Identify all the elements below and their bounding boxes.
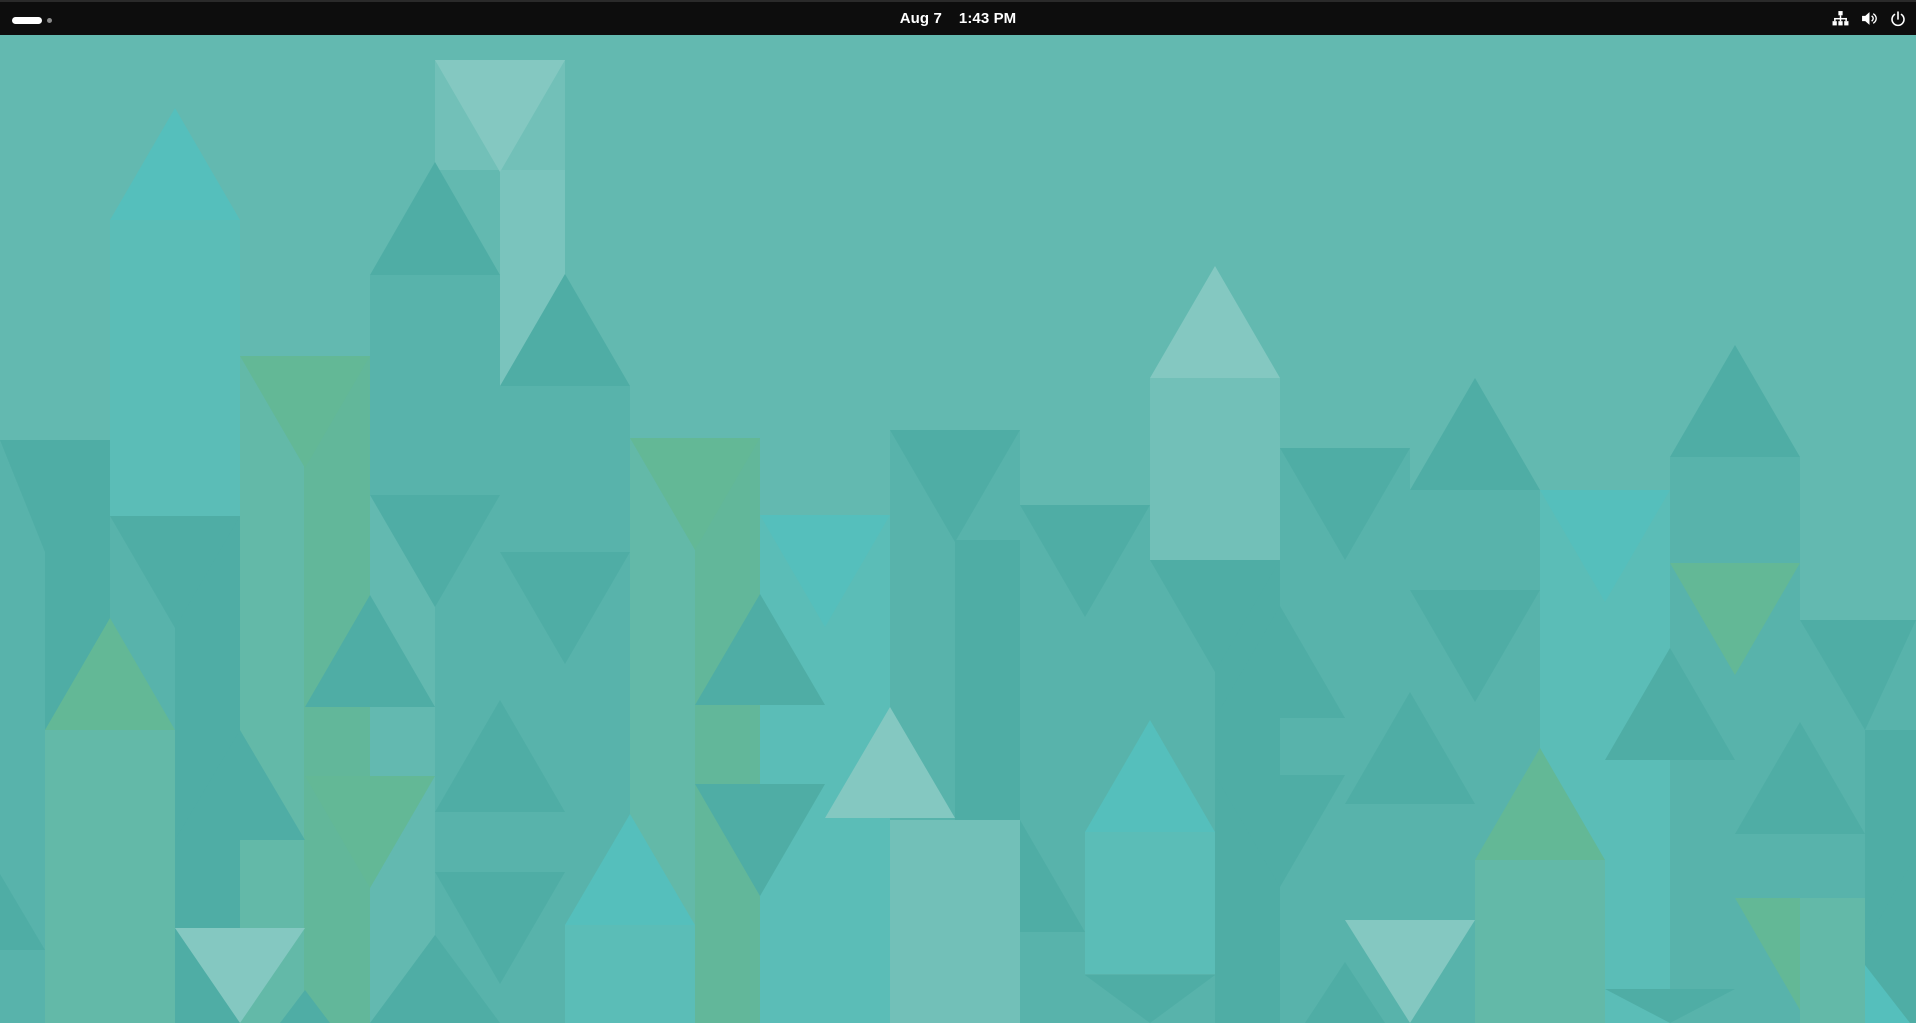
date-time-button[interactable]: Aug 7 1:43 PM (894, 10, 1023, 27)
date-label: Aug 7 (899, 10, 942, 27)
volume-icon (1861, 10, 1878, 27)
clock-area: Aug 7 1:43 PM (0, 2, 1916, 35)
power-icon (1890, 10, 1906, 27)
desktop-wallpaper[interactable] (0, 35, 1916, 1023)
network-wired-icon (1832, 10, 1849, 27)
system-status-menu[interactable] (1832, 2, 1906, 35)
top-bar: Aug 7 1:43 PM (0, 0, 1916, 35)
wallpaper-pattern (0, 35, 1916, 1023)
time-label: 1:43 PM (958, 10, 1017, 27)
